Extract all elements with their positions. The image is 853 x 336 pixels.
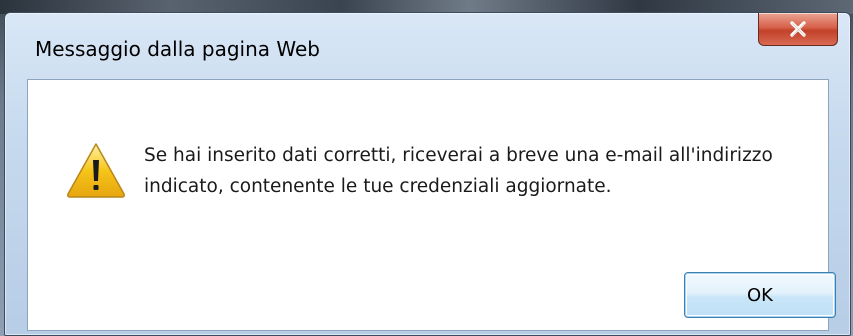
close-icon [790, 21, 806, 37]
title-bar[interactable]: Messaggio dalla pagina Web [5, 13, 850, 77]
message-line-1: Se hai inserito dati corretti, riceverai… [144, 145, 773, 166]
dialog-message: Se hai inserito dati corretti, riceverai… [144, 140, 804, 202]
message-line-2: indicato, contenente le tue credenziali … [144, 176, 612, 197]
dialog-title: Messaggio dalla pagina Web [35, 37, 320, 61]
warning-icon [67, 143, 125, 198]
dialog-content: Se hai inserito dati corretti, riceverai… [27, 79, 836, 331]
message-dialog: Messaggio dalla pagina Web Se hai inseri… [4, 12, 851, 336]
close-button[interactable] [758, 13, 838, 46]
ok-button[interactable]: OK [684, 272, 836, 318]
